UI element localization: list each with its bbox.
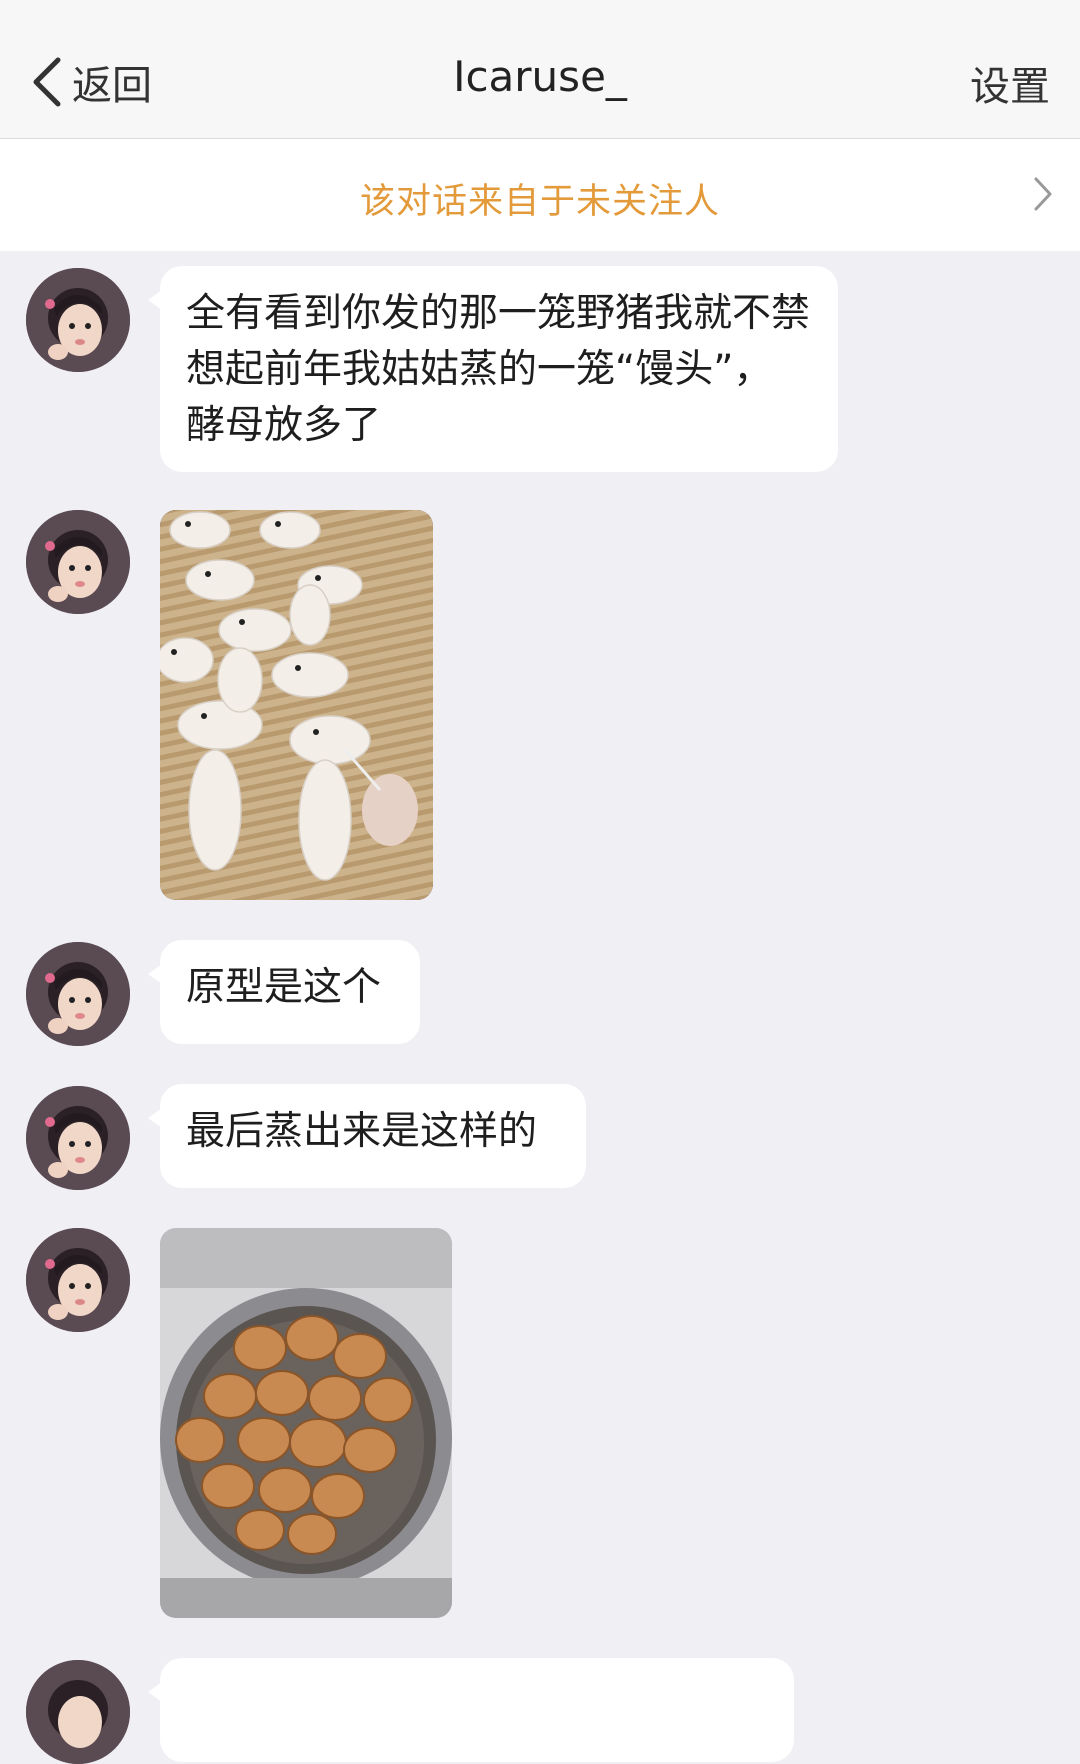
- steamed-buns-photo[interactable]: [160, 1228, 452, 1618]
- message-bubble[interactable]: 全有看到你发的那一笼野猪我就不禁想起前年我姑姑蒸的一笼“馒头”，酵母放多了: [148, 266, 838, 472]
- avatar[interactable]: [26, 268, 130, 372]
- avatar[interactable]: [26, 1086, 130, 1190]
- navigation-bar: 返回 Icaruse_ 设置: [0, 0, 1080, 139]
- message-text: 全有看到你发的那一笼野猪我就不禁想起前年我姑姑蒸的一笼“馒头”，酵母放多了: [186, 291, 811, 448]
- message-bubble[interactable]: 原型是这个: [148, 940, 420, 1044]
- message-bubble[interactable]: 最后蒸出来是这样的: [148, 1084, 586, 1188]
- girl-avatar-image: [26, 268, 130, 372]
- chevron-right-icon: [1034, 177, 1052, 211]
- message-text: 最后蒸出来是这样的: [186, 1109, 538, 1154]
- girl-avatar-image: [26, 1086, 130, 1190]
- message-bubble[interactable]: [148, 1658, 794, 1762]
- message-text: 原型是这个: [186, 965, 382, 1010]
- avatar[interactable]: [26, 942, 130, 1046]
- girl-avatar-image: [26, 1228, 130, 1332]
- girl-avatar-image: [26, 1660, 130, 1764]
- avatar[interactable]: [26, 1228, 130, 1332]
- settings-button[interactable]: 设置: [970, 54, 1050, 112]
- avatar[interactable]: [26, 1660, 130, 1764]
- page-title: Icaruse_: [453, 52, 627, 101]
- girl-avatar-image: [26, 942, 130, 1046]
- stranger-notice-banner[interactable]: 该对话来自于未关注人: [0, 139, 1080, 251]
- girl-avatar-image: [26, 510, 130, 614]
- duck-dough-photo[interactable]: [160, 510, 433, 900]
- avatar[interactable]: [26, 510, 130, 614]
- notice-text: 该对话来自于未关注人: [359, 182, 720, 222]
